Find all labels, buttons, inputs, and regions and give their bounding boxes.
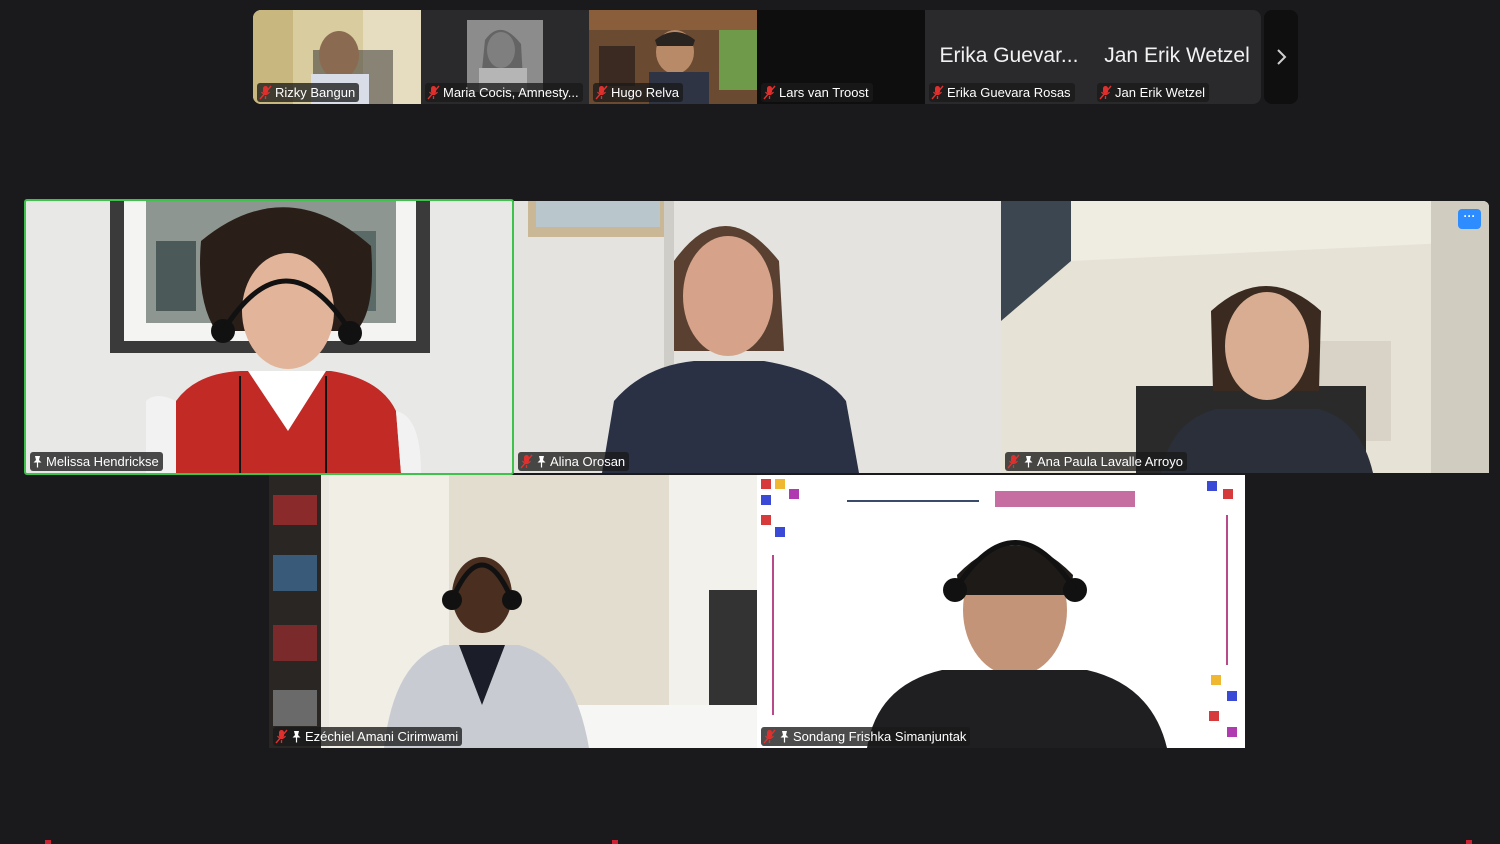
name-label: Ezéchiel Amani Cirimwami <box>273 727 463 746</box>
muted-mic-icon <box>259 85 272 100</box>
participant-video <box>514 201 1001 473</box>
participant-name: Melissa Hendrickse <box>46 454 159 469</box>
strip-tile-rizky-bangun[interactable]: Rizky Bangun <box>253 10 421 104</box>
name-label: Hugo Relva <box>593 83 683 102</box>
name-label: Jan Erik Wetzel <box>1097 83 1210 102</box>
pin-icon <box>1024 456 1033 468</box>
participant-name: Ezéchiel Amani Cirimwami <box>305 729 459 744</box>
pin-icon <box>33 456 42 468</box>
name-label: Erika Guevara Rosas <box>929 83 1075 102</box>
participant-video <box>269 475 757 748</box>
name-label: Sondang Frishka Simanjuntak <box>761 727 971 746</box>
muted-mic-icon <box>1099 85 1112 100</box>
pin-icon <box>292 731 301 743</box>
muted-mic-icon <box>275 729 288 744</box>
muted-mic-icon <box>520 454 533 469</box>
name-label: Ana Paula Lavalle Arroyo <box>1005 452 1187 471</box>
toolbar-edge-mark <box>1466 840 1472 844</box>
participant-name: Hugo Relva <box>611 85 679 100</box>
strip-next-button[interactable] <box>1264 10 1298 104</box>
name-label: Lars van Troost <box>761 83 873 102</box>
more-options-button[interactable]: ··· <box>1458 209 1481 229</box>
video-tile-alina-orosan[interactable]: Alina Orosan <box>514 201 1001 473</box>
muted-mic-icon <box>763 729 776 744</box>
participant-name: Sondang Frishka Simanjuntak <box>793 729 967 744</box>
participant-name: Ana Paula Lavalle Arroyo <box>1037 454 1183 469</box>
chevron-right-icon <box>1277 49 1287 65</box>
participant-name: Maria Cocis, Amnesty... <box>443 85 579 100</box>
video-tile-ezechiel-amani-cirimwami[interactable]: Ezéchiel Amani Cirimwami <box>269 475 757 748</box>
video-tile-sondang-frishka-simanjuntak[interactable]: Sondang Frishka Simanjuntak <box>757 475 1245 748</box>
name-label: Maria Cocis, Amnesty... <box>425 83 583 102</box>
strip-tile-maria-cocis[interactable]: Maria Cocis, Amnesty... <box>421 10 589 104</box>
muted-mic-icon <box>931 85 944 100</box>
muted-mic-icon <box>427 85 440 100</box>
toolbar-edge-mark <box>45 840 51 844</box>
participant-display-name: Jan Erik Wetzel <box>1104 44 1250 67</box>
strip-tile-erika-guevara-rosas[interactable]: Erika Guevar... Erika Guevara Rosas <box>925 10 1093 104</box>
participant-name: Rizky Bangun <box>275 85 356 100</box>
participant-name: Lars van Troost <box>779 85 869 100</box>
participant-name: Jan Erik Wetzel <box>1115 85 1206 100</box>
name-label: Rizky Bangun <box>257 83 360 102</box>
pin-icon <box>780 731 789 743</box>
toolbar-edge-mark <box>612 840 618 844</box>
participant-name: Erika Guevara Rosas <box>947 85 1071 100</box>
muted-mic-icon <box>763 85 776 100</box>
participant-video <box>26 201 512 473</box>
muted-mic-icon <box>1007 454 1020 469</box>
participant-name: Alina Orosan <box>550 454 626 469</box>
strip-tile-hugo-relva[interactable]: Hugo Relva <box>589 10 757 104</box>
participant-video <box>757 475 1245 748</box>
strip-tile-lars-van-troost[interactable]: Lars van Troost <box>757 10 925 104</box>
participant-video <box>1001 201 1489 473</box>
pin-icon <box>537 456 546 468</box>
muted-mic-icon <box>595 85 608 100</box>
name-label: Alina Orosan <box>518 452 630 471</box>
strip-tile-jan-erik-wetzel[interactable]: Jan Erik Wetzel Jan Erik Wetzel <box>1093 10 1261 104</box>
name-label: Melissa Hendrickse <box>30 452 163 471</box>
video-tile-ana-paula-lavalle-arroyo[interactable]: ··· Ana Paula Lavalle Arroyo <box>1001 201 1489 473</box>
participant-display-name: Erika Guevar... <box>939 44 1079 67</box>
video-tile-melissa-hendrickse[interactable]: Melissa Hendrickse <box>26 201 512 473</box>
